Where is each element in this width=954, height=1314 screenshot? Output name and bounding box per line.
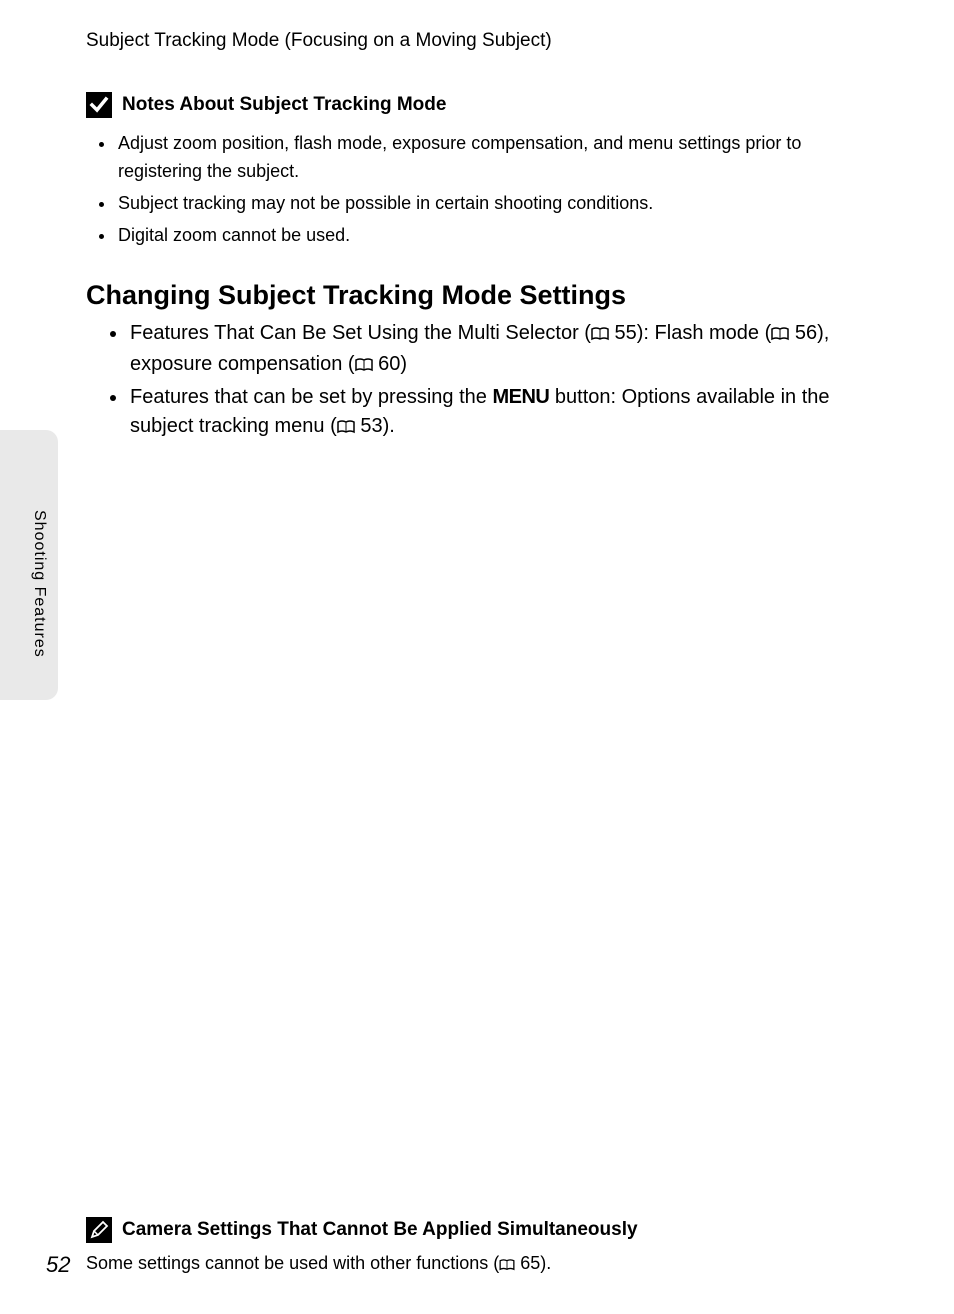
notes-list-item: Subject tracking may not be possible in … (116, 190, 868, 218)
side-tab-label: Shooting Features (30, 510, 48, 658)
footer-block: Camera Settings That Cannot Be Applied S… (86, 1217, 868, 1276)
checkmark-icon (86, 92, 112, 118)
notes-list-item: Digital zoom cannot be used. (116, 222, 868, 250)
notes-list: Adjust zoom position, flash mode, exposu… (86, 130, 868, 250)
book-icon (591, 321, 609, 350)
text-fragment: 65). (515, 1253, 551, 1273)
settings-list: Features That Can Be Set Using the Multi… (86, 319, 868, 443)
notes-list-item: Adjust zoom position, flash mode, exposu… (116, 130, 868, 186)
notes-heading-row: Notes About Subject Tracking Mode (86, 92, 868, 118)
footer-text-line: Some settings cannot be used with other … (86, 1253, 868, 1276)
book-icon (499, 1255, 515, 1276)
footer-heading: Camera Settings That Cannot Be Applied S… (122, 1219, 638, 1241)
side-tab (0, 430, 58, 700)
manual-page: Subject Tracking Mode (Focusing on a Mov… (0, 0, 954, 1314)
text-fragment: Some settings cannot be used with other … (86, 1253, 499, 1273)
menu-glyph: MENU (492, 386, 549, 408)
page-number: 52 (46, 1252, 70, 1278)
text-fragment: 60) (373, 353, 407, 375)
text-fragment: 55): Flash mode ( (609, 322, 771, 344)
notes-heading: Notes About Subject Tracking Mode (122, 94, 446, 116)
settings-list-item: Features that can be set by pressing the… (128, 383, 868, 443)
text-fragment: Features That Can Be Set Using the Multi… (130, 322, 591, 344)
page-header-text: Subject Tracking Mode (Focusing on a Mov… (86, 30, 552, 51)
book-icon (355, 352, 373, 381)
book-icon (337, 414, 355, 443)
book-icon (771, 321, 789, 350)
settings-list-item: Features That Can Be Set Using the Multi… (128, 319, 868, 381)
footer-heading-row: Camera Settings That Cannot Be Applied S… (86, 1217, 868, 1243)
text-fragment: 53). (355, 415, 395, 437)
pencil-icon (86, 1217, 112, 1243)
page-header: Subject Tracking Mode (Focusing on a Mov… (86, 30, 868, 52)
text-fragment: Features that can be set by pressing the (130, 386, 492, 408)
section-heading: Changing Subject Tracking Mode Settings (86, 280, 868, 311)
